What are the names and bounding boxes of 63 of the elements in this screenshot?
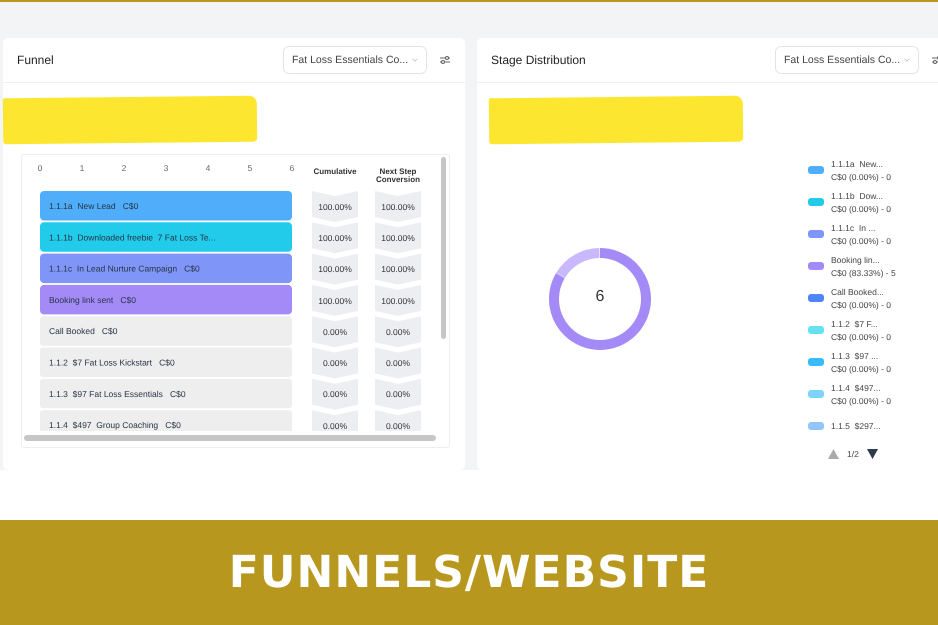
bar-label: Booking link sent C$0 — [49, 294, 136, 305]
percent-cell: 0.00% — [375, 316, 421, 348]
horizontal-scrollbar[interactable] — [24, 435, 436, 441]
percent-cell: 100.00% — [375, 222, 421, 254]
percent-cell: 100.00% — [375, 284, 421, 316]
card-title: Funnel — [17, 53, 55, 67]
percent-cell: 100.00% — [312, 254, 358, 285]
next-page-icon[interactable] — [866, 449, 878, 459]
legend-name: 1.1.4 $497... — [831, 382, 882, 392]
bar-label: 1.1.3 $97 Fat Loss Essentials C$0 — [49, 388, 186, 399]
axis-tick-label: 0 — [38, 163, 42, 173]
axis-tick-label: 6 — [290, 163, 294, 173]
percent-cell: 0.00% — [312, 347, 358, 379]
axis-tick-label: 1 — [80, 163, 84, 173]
legend-value: C$0 (0.00%) - 0 — [831, 364, 891, 374]
legend-name: 1.1.1b Dow... — [831, 190, 884, 200]
bar-label: 1.1.1a New Lead C$0 — [49, 201, 138, 211]
axis-tick-label: 2 — [122, 163, 126, 173]
legend-value: C$0 (0.00%) - 0 — [831, 236, 891, 246]
percent-cell: 0.00% — [312, 316, 358, 348]
bar-label: 1.1.4 $497 Group Coaching C$0 — [49, 420, 181, 430]
percent-cell: 100.00% — [312, 222, 358, 254]
axis-tick-label: 5 — [248, 163, 252, 173]
pipeline-dropdown[interactable]: Fat Loss Essentials Co... — [283, 46, 427, 74]
legend-name: 1.1.1a New... — [831, 158, 884, 168]
page-indicator: 1/2 — [847, 449, 859, 459]
percent-cell: 100.00% — [375, 254, 421, 285]
legend-name: Call Booked... — [831, 286, 885, 296]
axis-tick-label: 3 — [164, 163, 168, 173]
legend-value: C$0 (0.00%) - 0 — [831, 204, 891, 214]
legend-name: 1.1.1c In ... — [831, 222, 876, 232]
bar-label: 1.1.1c In Lead Nurture Campaign C$0 — [49, 264, 200, 274]
percent-cell: 0.00% — [375, 410, 421, 431]
bar-label: 1.1.1b Downloaded freebie 7 Fat Loss Te... — [49, 232, 216, 242]
percent-cell: 100.00% — [375, 191, 421, 222]
filter-icon[interactable] — [439, 55, 451, 65]
caret-icon — [412, 57, 418, 63]
legend-name: 1.1.2 $7 F... — [831, 318, 879, 328]
axis-tick-label: 4 — [206, 163, 210, 173]
percent-cell: 100.00% — [312, 284, 358, 316]
legend-name: 1.1.5 $297... — [831, 421, 881, 431]
legend-name: Booking lin... — [831, 254, 881, 264]
banner-title: FUNNELS/WEBSITE — [228, 547, 710, 598]
bar-label: 1.1.2 $7 Fat Loss Kickstart C$0 — [49, 358, 175, 368]
caret-icon — [904, 57, 910, 63]
vertical-scrollbar[interactable] — [441, 157, 446, 339]
legend-value: C$0 (0.00%) - 0 — [831, 172, 891, 182]
legend-value: C$0 (83.33%) - 5 — [831, 268, 896, 278]
pipeline-dropdown[interactable]: Fat Loss Essentials Co... — [775, 46, 919, 74]
percent-cell: 0.00% — [312, 378, 358, 410]
donut-total: 6 — [594, 288, 606, 306]
legend-name: 1.1.3 $97 ... — [831, 350, 880, 360]
percent-cell: 0.00% — [375, 378, 421, 410]
percent-cell: 0.00% — [312, 410, 358, 431]
percent-cell: 0.00% — [375, 347, 421, 379]
column-header: Next Step Conversion — [375, 166, 421, 186]
bar-label: Call Booked C$0 — [49, 326, 118, 336]
column-header: Cumulative — [312, 166, 358, 178]
legend-value: C$0 (0.00%) - 0 — [831, 300, 891, 310]
percent-cell: 100.00% — [312, 191, 358, 222]
legend-value: C$0 (0.00%) - 0 — [831, 332, 891, 342]
card-title: Stage Distribution — [491, 53, 587, 67]
legend-value: C$0 (0.00%) - 0 — [831, 396, 891, 406]
